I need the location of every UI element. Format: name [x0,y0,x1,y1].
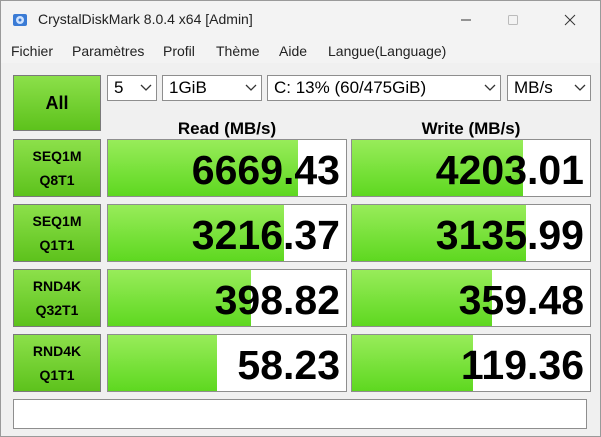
menu-aide[interactable]: Aide [279,43,307,59]
chevron-down-icon [245,84,257,91]
write-result-rnd4k-q32t1: 359.48 [351,269,591,327]
all-button[interactable]: All [13,75,101,131]
test-queue: Q32T1 [35,302,79,318]
test-count-value: 5 [114,78,124,97]
test-queue: Q8T1 [39,172,75,188]
drive-select[interactable]: C: 13% (60/475GiB) [267,75,501,101]
menu-parametres[interactable]: Paramètres [72,43,144,59]
menu-theme[interactable]: Thème [216,43,260,59]
test-size-select[interactable]: 1GiB [162,75,262,101]
write-progress-fill [352,335,474,391]
write-value: 4203.01 [435,147,584,193]
test-name: SEQ1M [32,148,82,164]
test-queue: Q1T1 [39,367,75,383]
test-button-rnd4k-q32t1[interactable]: RND4K Q32T1 [13,269,101,327]
test-size-value: 1GiB [169,78,207,97]
read-result-rnd4k-q32t1: 398.82 [107,269,347,327]
chevron-down-icon [574,84,586,91]
menu-bar: Fichier Paramètres Profil Thème Aide Lan… [1,39,600,63]
unit-value: MB/s [514,78,553,97]
maximize-button[interactable] [490,5,536,35]
write-value: 119.36 [460,342,584,388]
window-title: CrystalDiskMark 8.0.4 x64 [Admin] [38,11,253,27]
chevron-down-icon [484,84,496,91]
read-column-header: Read (MB/s) [177,119,277,138]
close-icon [564,14,576,26]
drive-value: C: 13% (60/475GiB) [274,78,427,97]
read-result-rnd4k-q1t1: 58.23 [107,334,347,392]
title-bar: CrystalDiskMark 8.0.4 x64 [Admin] [1,1,600,39]
menu-profil[interactable]: Profil [163,43,195,59]
write-column-header: Write (MB/s) [421,119,521,138]
read-value: 58.23 [237,342,340,388]
write-result-seq1m-q1t1: 3135.99 [351,204,591,262]
menu-langue[interactable]: Langue(Language) [328,43,446,59]
read-result-seq1m-q8t1: 6669.43 [107,139,347,197]
read-result-seq1m-q1t1: 3216.37 [107,204,347,262]
test-name: RND4K [32,278,82,294]
read-value: 6669.43 [191,147,340,193]
write-value: 359.48 [458,277,584,323]
test-button-seq1m-q1t1[interactable]: SEQ1M Q1T1 [13,204,101,262]
test-button-seq1m-q8t1[interactable]: SEQ1M Q8T1 [13,139,101,197]
read-value: 398.82 [214,277,340,323]
write-value: 3135.99 [435,212,584,258]
unit-select[interactable]: MB/s [507,75,591,101]
maximize-icon [508,15,518,25]
read-value: 3216.37 [191,212,340,258]
write-result-seq1m-q8t1: 4203.01 [351,139,591,197]
test-queue: Q1T1 [39,237,75,253]
test-count-select[interactable]: 5 [107,75,157,101]
chevron-down-icon [140,84,152,91]
benchmark-panel: All 5 1GiB C: 13% (60/475GiB) MB/s Read … [1,63,600,436]
app-disk-icon [13,14,27,26]
test-button-rnd4k-q1t1[interactable]: RND4K Q1T1 [13,334,101,392]
close-button[interactable] [547,5,593,35]
crystaldiskmark-window: CrystalDiskMark 8.0.4 x64 [Admin] Fichie… [0,0,601,437]
minimize-button[interactable] [443,5,489,35]
minimize-icon [461,19,471,21]
read-progress-fill [108,335,218,391]
test-name: RND4K [32,343,82,359]
test-name: SEQ1M [32,213,82,229]
comment-field[interactable] [13,399,587,429]
write-result-rnd4k-q1t1: 119.36 [351,334,591,392]
menu-fichier[interactable]: Fichier [11,43,53,59]
